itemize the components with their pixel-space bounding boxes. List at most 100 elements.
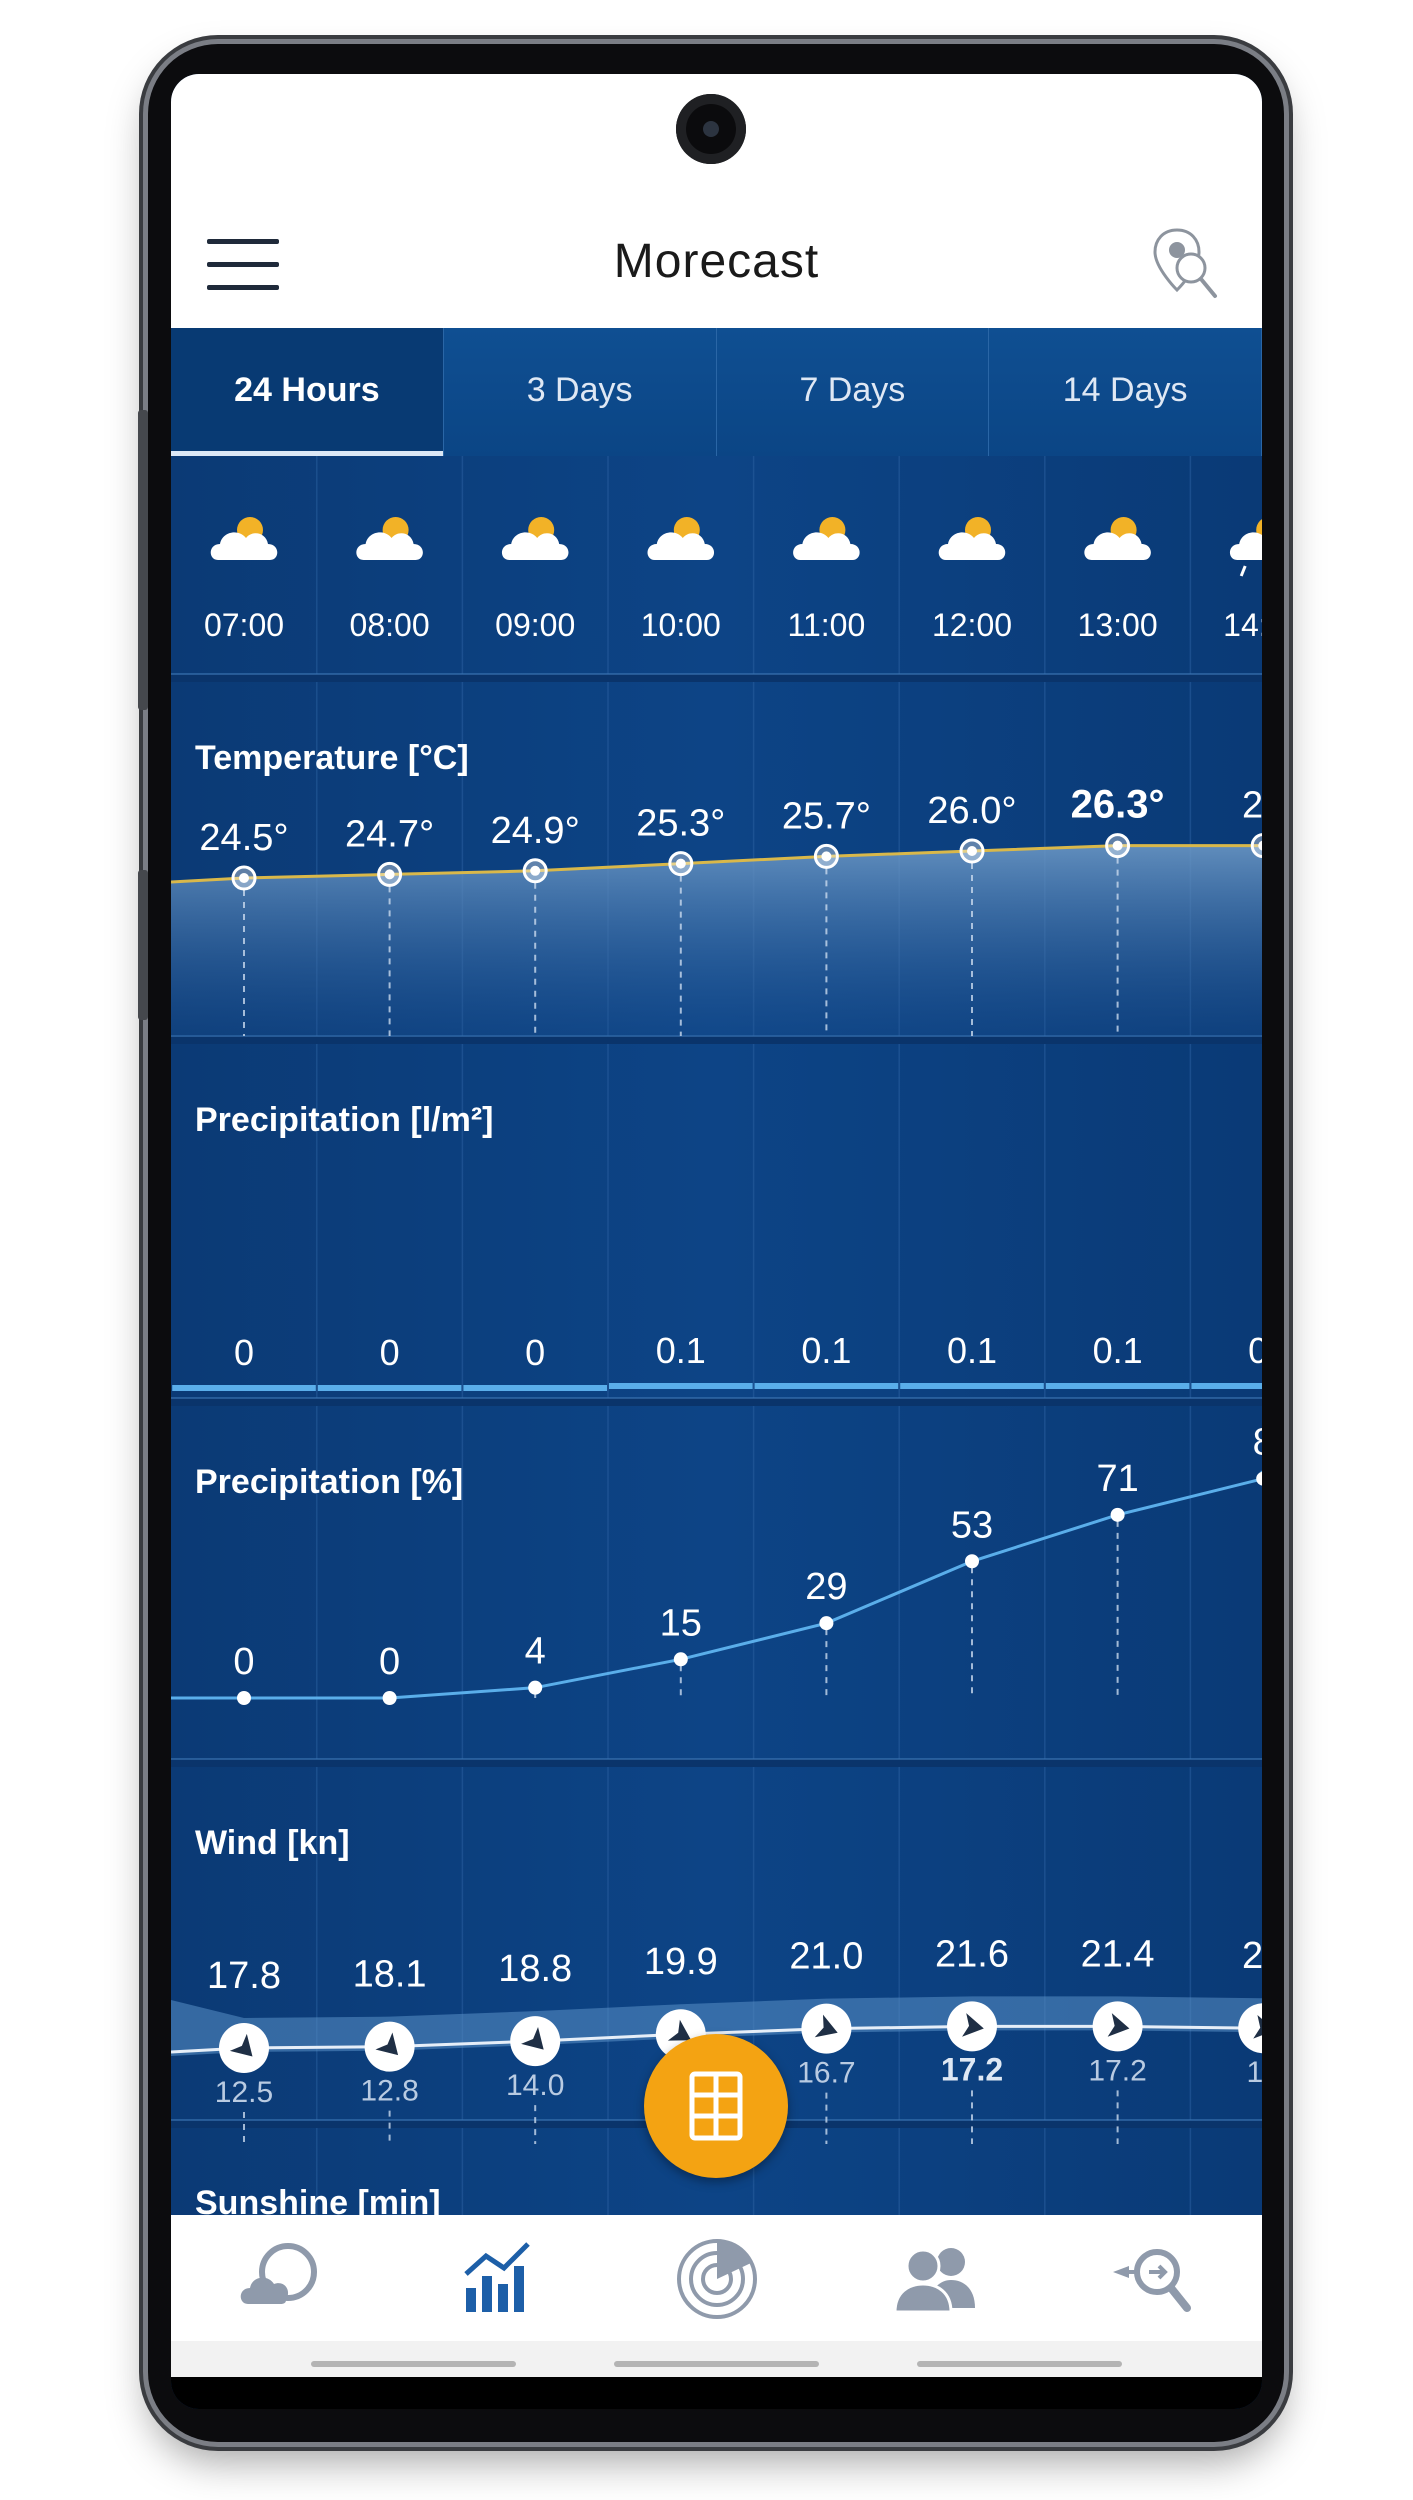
system-nav-bar <box>171 2341 1262 2377</box>
precip-prob-point <box>965 1554 979 1569</box>
range-tabs: 24 Hours 3 Days 7 Days 14 Days <box>171 328 1262 456</box>
nav-search-location[interactable] <box>1044 2215 1262 2341</box>
bottom-navigation <box>171 2215 1262 2341</box>
temperature-point-center <box>1112 840 1123 851</box>
precip-amount-label: Precipitation [l/m²] <box>195 1101 493 1139</box>
precip-prob-point <box>382 1691 397 1705</box>
wind-gust-value: 18.8 <box>498 1948 572 1990</box>
temperature-value: 24.5° <box>199 817 288 859</box>
tab-3-days[interactable]: 3 Days <box>444 328 717 456</box>
temperature-value: 24.9° <box>491 810 580 852</box>
wind-label: Wind [kn] <box>195 1824 350 1862</box>
temperature-value: 25.7° <box>782 795 871 837</box>
temperature-point-center <box>239 873 249 883</box>
wind-gust-value: 19.9 <box>644 1941 718 1983</box>
tab-14-days[interactable]: 14 Days <box>989 328 1262 456</box>
page-title: Morecast <box>613 235 820 288</box>
recent-apps-gesture[interactable] <box>311 2361 516 2367</box>
location-search-icon[interactable] <box>1151 224 1221 304</box>
precip-bar <box>317 1385 462 1391</box>
precip-prob-value: 0 <box>379 1641 400 1683</box>
temperature-value: 26.0° <box>927 790 1016 832</box>
radar-nav-icon <box>676 2239 757 2319</box>
hour-label: 13:00 <box>1078 607 1158 643</box>
temperature-value: 25.3° <box>636 803 725 845</box>
hour-label: 12:00 <box>932 607 1012 643</box>
wind-gust-value: 21.4 <box>1081 1933 1155 1975</box>
section-separator <box>171 1398 1262 1406</box>
nav-charts[interactable] <box>389 2215 607 2341</box>
temperature-value: 24.7° <box>345 813 434 855</box>
temperature-point-center <box>821 851 832 862</box>
precip-bar <box>463 1385 607 1391</box>
precip-bar <box>754 1383 899 1389</box>
front-camera <box>676 94 746 164</box>
wind-gust-value: 17.8 <box>207 1955 281 1997</box>
precip-bar <box>1045 1383 1190 1389</box>
precip-prob-label: Precipitation [%] <box>195 1463 463 1501</box>
precip-bar <box>609 1383 753 1389</box>
tab-7-days[interactable]: 7 Days <box>717 328 990 456</box>
hour-label: 10:00 <box>641 607 721 643</box>
precip-prob-value: 15 <box>660 1602 702 1644</box>
precip-amount-value: 0 <box>234 1332 254 1373</box>
precip-amount-value: 0.1 <box>1093 1330 1143 1371</box>
table-view-button[interactable] <box>644 2034 788 2178</box>
screen: Morecast 24 Hours 3 Days 7 Days 14 Days <box>171 74 1262 2409</box>
nav-forecast[interactable] <box>171 2215 389 2341</box>
precip-bar <box>1191 1383 1262 1389</box>
nav-community[interactable] <box>826 2215 1044 2341</box>
temperature-point-center <box>530 865 541 876</box>
back-gesture[interactable] <box>917 2361 1122 2367</box>
section-separator <box>171 1036 1262 1044</box>
precip-prob-point <box>673 1652 688 1667</box>
precip-prob-point <box>237 1691 251 1705</box>
wind-speed-value: 12.8 <box>360 2075 418 2108</box>
screen-bottom-edge <box>171 2377 1262 2409</box>
wind-speed-value: 16 <box>1247 2056 1262 2089</box>
power-button <box>138 870 148 1020</box>
volume-button <box>138 410 148 710</box>
wind-gust-value: 18.1 <box>353 1954 427 1996</box>
forecast-nav-icon <box>240 2243 318 2304</box>
precip-prob-point <box>1110 1507 1125 1522</box>
precip-amount-value: 0.1 <box>947 1330 997 1371</box>
hour-label: 07:00 <box>204 607 284 643</box>
precip-bar <box>172 1385 316 1391</box>
charts-nav-icon <box>464 2242 531 2312</box>
search-location-nav-icon <box>1112 2249 1191 2312</box>
wind-speed-value: 12.5 <box>215 2076 273 2109</box>
precip-prob-value: 71 <box>1096 1458 1138 1500</box>
precip-amount-value: 0 <box>380 1332 400 1373</box>
temperature-value: 26.3° <box>1071 783 1165 827</box>
precip-prob-point <box>819 1616 834 1631</box>
precip-bar <box>900 1383 1044 1389</box>
home-gesture[interactable] <box>614 2361 819 2367</box>
grid-icon <box>689 2071 743 2141</box>
wind-speed-value: 17.2 <box>1088 2054 1146 2087</box>
hour-label: 09:00 <box>495 607 575 643</box>
temperature-point-center <box>675 858 686 869</box>
precip-prob-point <box>528 1680 543 1695</box>
tab-24-hours[interactable]: 24 Hours <box>171 328 444 456</box>
section-separator <box>171 674 1262 682</box>
hour-label: 08:00 <box>350 607 430 643</box>
precip-prob-value: 53 <box>951 1504 993 1546</box>
precip-amount-value: 0. <box>1248 1330 1262 1371</box>
hour-label: 11:00 <box>788 607 866 643</box>
temperature-point-center <box>967 846 977 856</box>
wind-gust-value: 21.6 <box>935 1933 1009 1975</box>
precip-amount-value: 0.1 <box>656 1330 706 1371</box>
temperature-point-center <box>384 869 395 880</box>
community-nav-icon <box>893 2248 975 2314</box>
section-separator <box>171 1759 1262 1767</box>
temperature-label: Temperature [°C] <box>195 739 469 777</box>
hour-label: 14:00 <box>1223 607 1262 643</box>
wind-speed-value: 14.0 <box>506 2069 564 2102</box>
precip-prob-value: 8 <box>1253 1422 1262 1464</box>
wind-gust-value: 21.0 <box>789 1936 863 1978</box>
precip-prob-value: 29 <box>805 1566 847 1608</box>
precip-prob-value: 0 <box>233 1641 254 1683</box>
nav-radar[interactable] <box>607 2215 825 2341</box>
wind-speed-value: 16.7 <box>797 2057 855 2090</box>
